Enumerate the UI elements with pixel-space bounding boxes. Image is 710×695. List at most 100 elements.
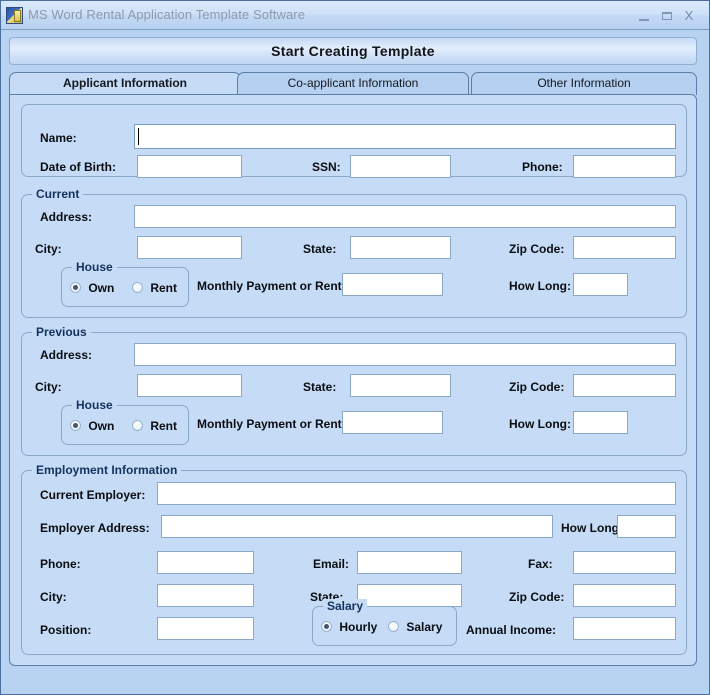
maximize-icon[interactable] — [659, 9, 675, 23]
current-address-group: Current Address: City: State: Zip Code: … — [21, 187, 687, 318]
current-employer-input[interactable] — [157, 482, 676, 505]
employment-city-input[interactable] — [157, 584, 254, 607]
date-of-birth-label: Date of Birth: — [40, 160, 116, 174]
position-input[interactable] — [157, 617, 254, 640]
salary-salary-label: Salary — [406, 620, 443, 634]
app-document-icon — [6, 7, 23, 24]
phone-label: Phone: — [522, 160, 563, 174]
previous-house-radio-group: Own Rent — [70, 419, 186, 435]
salary-group-label: Salary — [323, 599, 368, 613]
close-icon[interactable]: X — [681, 9, 697, 23]
current-state-input[interactable] — [350, 236, 451, 259]
current-monthly-payment-label: Monthly Payment or Rent: — [197, 279, 346, 293]
radio-dot-icon — [132, 420, 143, 431]
current-zip-label: Zip Code: — [509, 242, 565, 256]
previous-zip-input[interactable] — [573, 374, 676, 397]
current-how-long-label: How Long: — [509, 279, 571, 293]
previous-house-group: House Own Rent — [61, 398, 189, 445]
radio-dot-icon — [70, 420, 81, 431]
employment-email-label: Email: — [313, 557, 350, 571]
salary-radio-group: Hourly Salary — [321, 620, 453, 636]
radio-dot-icon — [70, 282, 81, 293]
salary-hourly-radio[interactable]: Hourly — [321, 620, 377, 634]
minimize-icon[interactable] — [636, 9, 652, 23]
previous-house-own-radio[interactable]: Own — [70, 419, 114, 433]
previous-house-own-label: Own — [88, 419, 115, 433]
employment-email-input[interactable] — [357, 551, 462, 574]
tab-strip: Applicant Information Co-applicant Infor… — [9, 72, 697, 95]
ssn-label: SSN: — [312, 160, 341, 174]
tab-applicant-information[interactable]: Applicant Information — [9, 72, 241, 95]
previous-group-label: Previous — [32, 325, 91, 339]
previous-house-group-label: House — [72, 398, 117, 412]
current-how-long-input[interactable] — [573, 273, 628, 296]
current-employer-label: Current Employer: — [40, 488, 146, 502]
previous-city-input[interactable] — [137, 374, 242, 397]
previous-address-input[interactable] — [134, 343, 676, 366]
salary-group: Salary Hourly Salary — [312, 599, 457, 646]
personal-info-group: Name: Date of Birth: SSN: Phone: — [21, 104, 687, 178]
current-house-group-label: House — [72, 260, 117, 274]
current-house-radio-group: Own Rent — [70, 281, 186, 297]
employer-address-label: Employer Address: — [40, 521, 150, 535]
current-house-group: House Own Rent — [61, 260, 189, 307]
position-label: Position: — [40, 623, 92, 637]
employment-zip-input[interactable] — [573, 584, 676, 607]
tab-coapplicant-information[interactable]: Co-applicant Information — [237, 72, 469, 95]
employment-fax-input[interactable] — [573, 551, 676, 574]
current-zip-input[interactable] — [573, 236, 676, 259]
annual-income-input[interactable] — [573, 617, 676, 640]
employment-fax-label: Fax: — [528, 557, 553, 571]
previous-city-label: City: — [35, 380, 62, 394]
employment-state-input[interactable] — [357, 584, 462, 607]
start-creating-template-button[interactable]: Start Creating Template — [9, 37, 697, 65]
ssn-input[interactable] — [350, 155, 451, 178]
previous-house-rent-radio[interactable]: Rent — [132, 419, 177, 433]
previous-how-long-label: How Long: — [509, 417, 571, 431]
annual-income-label: Annual Income: — [466, 623, 557, 637]
current-city-input[interactable] — [137, 236, 242, 259]
previous-state-label: State: — [303, 380, 337, 394]
current-city-label: City: — [35, 242, 62, 256]
title-bar: MS Word Rental Application Template Soft… — [1, 1, 709, 30]
current-house-rent-radio[interactable]: Rent — [132, 281, 177, 295]
text-caret — [138, 128, 139, 145]
name-input[interactable] — [134, 124, 676, 149]
employment-how-long-label: How Long: — [561, 521, 623, 535]
tab-other-information[interactable]: Other Information — [471, 72, 697, 95]
current-group-label: Current — [32, 187, 84, 201]
employment-city-label: City: — [40, 590, 67, 604]
tab-panel-applicant-information: Name: Date of Birth: SSN: Phone: Current… — [9, 94, 697, 666]
radio-dot-icon — [388, 621, 399, 632]
window-title: MS Word Rental Application Template Soft… — [28, 7, 306, 22]
employment-phone-label: Phone: — [40, 557, 81, 571]
employment-group-label: Employment Information — [32, 463, 182, 477]
radio-dot-icon — [321, 621, 332, 632]
name-label: Name: — [40, 131, 77, 145]
previous-monthly-payment-label: Monthly Payment or Rent: — [197, 417, 346, 431]
employment-information-group: Employment Information Current Employer:… — [21, 463, 687, 655]
previous-address-group: Previous Address: City: State: Zip Code:… — [21, 325, 687, 456]
salary-salary-radio[interactable]: Salary — [388, 620, 442, 634]
current-address-label: Address: — [40, 210, 93, 224]
current-address-input[interactable] — [134, 205, 676, 228]
current-monthly-payment-input[interactable] — [342, 273, 443, 296]
radio-dot-icon — [132, 282, 143, 293]
phone-input[interactable] — [573, 155, 676, 178]
previous-house-rent-label: Rent — [150, 419, 178, 433]
current-house-own-label: Own — [88, 281, 115, 295]
employer-address-input[interactable] — [161, 515, 553, 538]
employment-zip-label: Zip Code: — [509, 590, 565, 604]
date-of-birth-input[interactable] — [137, 155, 242, 178]
employment-how-long-input[interactable] — [617, 515, 676, 538]
current-house-rent-label: Rent — [150, 281, 178, 295]
employment-phone-input[interactable] — [157, 551, 254, 574]
previous-zip-label: Zip Code: — [509, 380, 565, 394]
current-state-label: State: — [303, 242, 337, 256]
previous-how-long-input[interactable] — [573, 411, 628, 434]
previous-address-label: Address: — [40, 348, 93, 362]
application-window: MS Word Rental Application Template Soft… — [0, 0, 710, 695]
current-house-own-radio[interactable]: Own — [70, 281, 114, 295]
previous-state-input[interactable] — [350, 374, 451, 397]
previous-monthly-payment-input[interactable] — [342, 411, 443, 434]
